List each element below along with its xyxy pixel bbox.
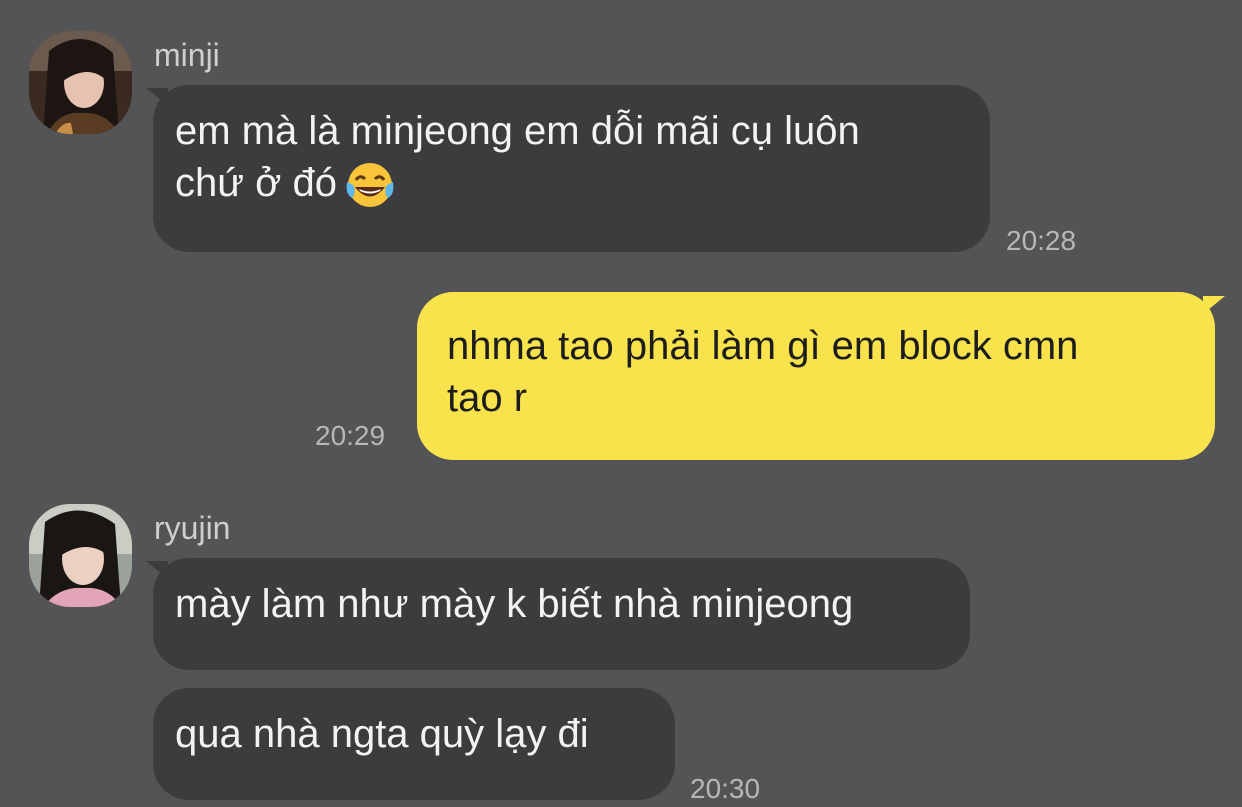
timestamp: 20:30 [690, 773, 761, 804]
message-text-line: mày làm như mày k biết nhà minjeong [175, 582, 854, 626]
message-text-line-2: tao r [447, 376, 528, 420]
timestamp: 20:28 [1006, 225, 1077, 256]
timestamp: 20:29 [315, 420, 386, 451]
message-bubble[interactable]: em mà là minjeong em dỗi mãi cụ luôn chứ… [153, 85, 990, 252]
message-text-line: nhma tao phải làm gì em block cmn [447, 324, 1079, 368]
bubble-tail [1203, 296, 1225, 314]
sender-name-ryujin: ryujin [154, 510, 231, 546]
avatar-minji[interactable] [29, 31, 132, 134]
ryujin-avatar-image [29, 504, 132, 607]
message-bubble[interactable]: qua nhà ngta quỳ lạy đi [153, 688, 675, 800]
message-text-line-2: chứ ở đó [175, 157, 968, 212]
message-bubble-outgoing[interactable]: nhma tao phải làm gì em block cmn tao r [417, 292, 1215, 460]
message-bubble[interactable]: mày làm như mày k biết nhà minjeong [153, 558, 970, 670]
face-with-tears-of-joy-icon [346, 163, 394, 208]
message-text-line: em mà là minjeong em dỗi mãi cụ luôn [175, 109, 860, 153]
avatar-ryujin[interactable] [29, 504, 132, 607]
sender-name-minji: minji [154, 37, 220, 73]
message-text-line: qua nhà ngta quỳ lạy đi [175, 712, 589, 756]
minji-avatar-image [29, 31, 132, 134]
